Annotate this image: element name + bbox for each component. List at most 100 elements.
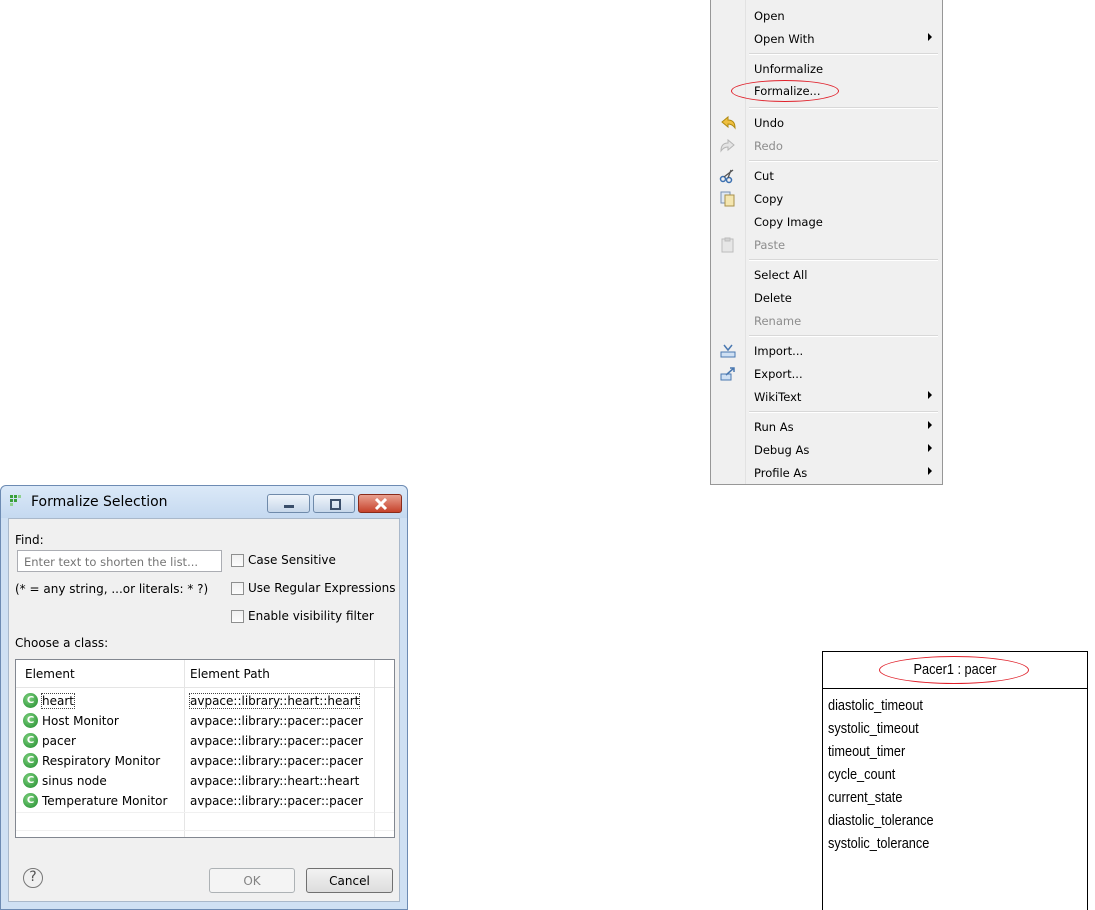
cut-icon	[719, 169, 734, 184]
element-path: avpace::library::pacer::pacer	[190, 754, 363, 768]
find-input[interactable]	[18, 552, 221, 572]
submenu-arrow-icon	[928, 444, 932, 452]
attribute: systolic_timeout	[828, 720, 919, 737]
copy-icon	[720, 191, 735, 207]
menu-separator	[749, 53, 938, 55]
column-header-element[interactable]: Element	[25, 667, 75, 681]
menu-item-unformalize[interactable]: Unformalize	[711, 58, 942, 80]
dialog-client-area: Find: Case Sensitive (* = any string, ..…	[8, 518, 400, 902]
menu-separator	[749, 259, 938, 261]
table-row[interactable]: C Respiratory Monitor avpace::library::p…	[16, 751, 394, 771]
element-path: avpace::library::heart::heart	[188, 693, 361, 709]
menu-item-profile-as[interactable]: Profile As	[711, 462, 942, 484]
class-icon: C	[23, 793, 38, 808]
row-gridline	[16, 812, 394, 813]
maximize-button[interactable]	[313, 494, 355, 513]
menu-item-redo[interactable]: Redo	[711, 135, 942, 157]
visibility-filter-checkbox[interactable]	[231, 610, 244, 623]
menu-item-label: Delete	[754, 291, 792, 305]
close-button[interactable]	[358, 494, 402, 513]
table-row[interactable]: C heart avpace::library::heart::heart	[16, 691, 394, 711]
uml-instance-box: Pacer1 : pacer diastolic_timeout systoli…	[822, 651, 1088, 910]
element-name: Respiratory Monitor	[42, 754, 161, 768]
menu-item-select-all[interactable]: Select All	[711, 264, 942, 286]
minimize-icon	[284, 505, 294, 508]
menu-item-rename[interactable]: Rename	[711, 310, 942, 332]
element-name: Host Monitor	[42, 714, 119, 728]
element-path: avpace::library::pacer::pacer	[190, 794, 363, 808]
menu-item-delete[interactable]: Delete	[711, 287, 942, 309]
table-row[interactable]: C Host Monitor avpace::library::pacer::p…	[16, 711, 394, 731]
menu-item-label: Redo	[754, 139, 783, 153]
menu-item-label: Select All	[754, 268, 808, 282]
column-header-element-path[interactable]: Element Path	[190, 667, 270, 681]
element-name: heart	[41, 693, 75, 709]
paste-icon	[721, 237, 734, 253]
menu-item-export[interactable]: Export...	[711, 363, 942, 385]
menu-item-label: Profile As	[754, 466, 808, 480]
close-icon	[374, 498, 388, 510]
export-icon	[720, 367, 735, 381]
element-name: sinus node	[42, 774, 107, 788]
menu-item-label: Cut	[754, 169, 774, 183]
menu-item-wikitext[interactable]: WikiText	[711, 386, 942, 408]
find-label: Find:	[15, 533, 44, 547]
help-icon[interactable]: ?	[23, 868, 43, 888]
uml-header: Pacer1 : pacer	[823, 652, 1087, 689]
case-sensitive-checkbox[interactable]	[231, 554, 244, 567]
menu-item-label: Undo	[754, 116, 785, 130]
menu-separator	[749, 160, 938, 162]
table-row[interactable]: C pacer avpace::library::pacer::pacer	[16, 731, 394, 751]
menu-item-undo[interactable]: Undo	[711, 112, 942, 134]
menu-item-debug-as[interactable]: Debug As	[711, 439, 942, 461]
menu-item-cut[interactable]: Cut	[711, 165, 942, 187]
menu-item-label: Debug As	[754, 443, 810, 457]
attribute: systolic_tolerance	[828, 835, 930, 852]
case-sensitive-label: Case Sensitive	[248, 553, 336, 567]
app-icon	[10, 495, 21, 506]
regex-label: Use Regular Expressions	[248, 581, 396, 595]
row-gridline	[16, 830, 394, 831]
class-icon: C	[23, 693, 38, 708]
class-icon: C	[23, 713, 38, 728]
menu-item-copy[interactable]: Copy	[711, 188, 942, 210]
dialog-titlebar[interactable]: Formalize Selection	[1, 486, 407, 518]
redo-icon	[720, 138, 735, 153]
attribute: diastolic_tolerance	[828, 812, 934, 829]
menu-item-label: Copy	[754, 192, 784, 206]
class-icon: C	[23, 733, 38, 748]
menu-item-label: Open With	[754, 32, 815, 46]
menu-item-run-as[interactable]: Run As	[711, 416, 942, 438]
submenu-arrow-icon	[928, 33, 932, 41]
class-table: Element Element Path C heart avpace::lib…	[15, 659, 395, 838]
menu-item-label: Copy Image	[754, 215, 823, 229]
table-header: Element Element Path	[16, 660, 394, 688]
ok-button[interactable]: OK	[209, 868, 295, 893]
regex-checkbox[interactable]	[231, 582, 244, 595]
menu-item-label: Paste	[754, 238, 786, 252]
cancel-button[interactable]: Cancel	[306, 868, 393, 893]
minimize-button[interactable]	[267, 494, 310, 513]
menu-separator	[749, 335, 938, 337]
menu-item-label: Unformalize	[754, 62, 824, 76]
submenu-arrow-icon	[928, 391, 932, 399]
menu-item-paste[interactable]: Paste	[711, 234, 942, 256]
submenu-arrow-icon	[928, 421, 932, 429]
find-field[interactable]	[17, 550, 222, 572]
menu-item-open-with[interactable]: Open With	[711, 28, 942, 50]
table-row[interactable]: C Temperature Monitor avpace::library::p…	[16, 791, 394, 811]
element-name: Temperature Monitor	[42, 794, 168, 808]
menu-item-label: Run As	[754, 420, 794, 434]
element-path: avpace::library::pacer::pacer	[190, 714, 363, 728]
menu-item-import[interactable]: Import...	[711, 340, 942, 362]
element-path: avpace::library::pacer::pacer	[190, 734, 363, 748]
undo-icon	[721, 115, 736, 130]
menu-item-open[interactable]: Open	[711, 5, 942, 27]
menu-item-copy-image[interactable]: Copy Image	[711, 211, 942, 233]
menu-item-label: WikiText	[754, 390, 802, 404]
class-icon: C	[23, 773, 38, 788]
dialog-title: Formalize Selection	[31, 494, 168, 510]
element-name: pacer	[42, 734, 76, 748]
annotation-ellipse	[879, 656, 1029, 684]
table-row[interactable]: C sinus node avpace::library::heart::hea…	[16, 771, 394, 791]
